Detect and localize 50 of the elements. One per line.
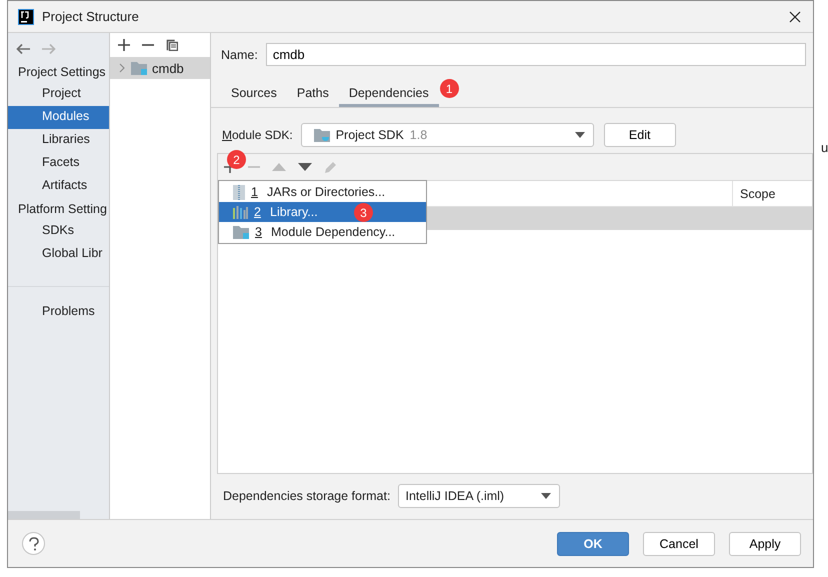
close-icon[interactable] [787, 8, 803, 24]
sidebar-item[interactable]: Global Libr [8, 243, 109, 266]
sidebar-item[interactable]: Libraries [8, 129, 109, 152]
dialog-button[interactable]: Cancel [643, 532, 715, 556]
tab[interactable]: Dependencies [338, 82, 439, 107]
help-button[interactable] [22, 532, 45, 555]
sidebar-item[interactable]: SDKs [8, 220, 109, 243]
tree-item[interactable]: cmdb [110, 57, 210, 79]
move-down-icon[interactable] [298, 163, 312, 171]
menu-item[interactable]: 2 Library... 3 [219, 202, 426, 222]
sidebar-item[interactable]: Problems [8, 301, 109, 324]
dialog-button[interactable]: OK [557, 532, 629, 556]
section-header: Platform Setting [17, 201, 108, 218]
sidebar-item[interactable]: Project [8, 83, 109, 106]
library-icon [233, 206, 248, 218]
name-label: Name: [221, 48, 258, 62]
column-header: Scope [739, 186, 776, 203]
chevron-icon[interactable] [118, 63, 126, 73]
module-sdk-label: Module SDK: [222, 128, 293, 142]
tab[interactable]: Sources [221, 82, 287, 107]
tab[interactable]: Paths [286, 82, 339, 107]
sdk-folder-icon [314, 128, 330, 142]
storage-format-label: Dependencies storage format: [223, 489, 390, 503]
step-badge: 1 [440, 79, 459, 98]
window-title: Project Structure [42, 9, 140, 24]
step-badge: 3 [354, 203, 373, 222]
storage-format-dropdown[interactable]: IntelliJ IDEA (.iml) [398, 484, 560, 508]
menu-item[interactable]: 1 JARs or Directories... [219, 182, 426, 202]
name-field[interactable]: cmdb [266, 43, 806, 66]
help-icon [28, 536, 40, 550]
app-logo-icon [18, 8, 34, 24]
sidebar-item[interactable]: Facets [8, 152, 109, 175]
editor-text: u [821, 140, 828, 155]
dropdown-caret-icon [541, 493, 552, 499]
module-icon [233, 225, 249, 239]
dropdown-caret-icon [574, 132, 585, 138]
add-icon[interactable] [118, 39, 130, 51]
sdk-dropdown[interactable]: Project SDK 1.8 [300, 123, 594, 147]
dialog-button[interactable]: Apply [729, 532, 801, 556]
sidebar-item[interactable]: Modules [8, 106, 109, 129]
edit-button[interactable]: Edit [604, 123, 676, 147]
menu-item[interactable]: 3 Module Dependency... [219, 222, 426, 242]
back-arrow-icon[interactable] [16, 43, 31, 55]
sidebar-item[interactable]: Artifacts [8, 175, 109, 198]
copy-icon[interactable] [166, 39, 178, 51]
step-badge: 2 [227, 150, 246, 169]
section-header: Project Settings [17, 64, 107, 81]
jar-icon [233, 184, 245, 200]
scrollbar[interactable] [8, 511, 80, 519]
module-folder-icon [131, 61, 147, 75]
